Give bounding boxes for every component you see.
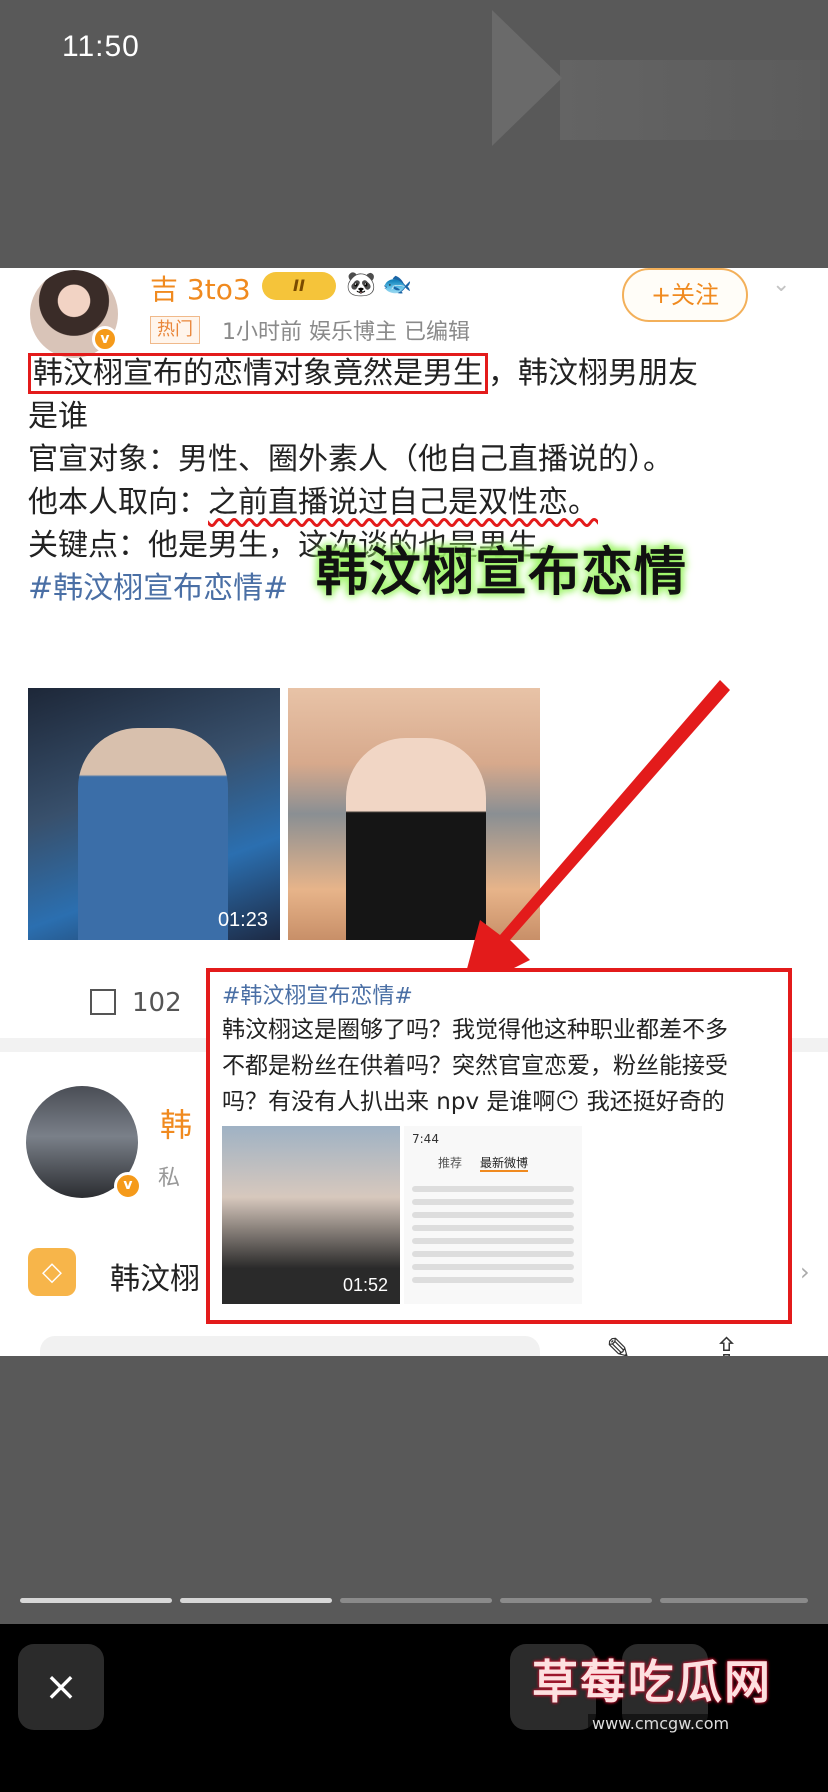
post-line4-underlined: 之前直播说过自己是双性恋。 [208, 485, 598, 520]
share-icon [90, 989, 116, 1015]
video-duration: 01:52 [342, 1275, 388, 1295]
top-blur-band [560, 60, 820, 140]
mini-tab: 推荐 [438, 1156, 463, 1170]
verified-icon: v [92, 326, 118, 352]
quoted-line1: 韩汶栩这是圈够了吗？我觉得他这种职业都差不多 [222, 1017, 728, 1043]
video-thumbnail[interactable]: 01:23 [28, 688, 280, 940]
video-thumbnail[interactable]: 01:52 [222, 1126, 400, 1304]
post-line2: 是谁 [28, 399, 88, 434]
topic-row[interactable]: 韩汶栩 [110, 1254, 200, 1298]
video-duration: 01:23 [217, 909, 268, 931]
quoted-line3: 吗？有没有人扒出来 npv 是谁啊😶 我还挺好奇的 [222, 1089, 725, 1115]
progress-segment [500, 1598, 652, 1603]
hashtag-link[interactable]: #韩汶栩宣布恋情# [222, 978, 413, 1010]
watermark-url: www.cmcgw.com [588, 1714, 734, 1733]
close-button[interactable]: × [18, 1644, 104, 1730]
post-line3: 官宣对象：男性、圈外素人（他自己直播说的）。 [28, 442, 673, 477]
watermark-logo: 草莓吃瓜网 [532, 1655, 772, 1709]
quoted-post-body: 韩汶栩这是圈够了吗？我觉得他这种职业都差不多 不都是粉丝在供着吗？突然官宣恋爱，… [222, 1012, 782, 1120]
panda-icon: 🐼 [346, 270, 376, 298]
story-viewer: 11:50 v 吉 3to3 II 🐼 🐟 热门 1小时前 娱乐博主 已编辑 +… [0, 0, 828, 1792]
repost-button[interactable]: 102 [90, 988, 182, 1018]
crown-badge-icon: II [262, 272, 336, 300]
chevron-down-icon[interactable]: ⌄ [772, 272, 790, 297]
quoted-post-overlay: #韩汶栩宣布恋情# 韩汶栩这是圈够了吗？我觉得他这种职业都差不多 不都是粉丝在供… [206, 968, 792, 1324]
share-icon[interactable]: ⇪ [714, 1332, 739, 1356]
post-line4-prefix: 他本人取向： [28, 485, 208, 520]
post-meta: 1小时前 娱乐博主 已编辑 [222, 320, 470, 345]
fish-icon: 🐟 [382, 270, 412, 298]
chevron-right-icon[interactable]: › [800, 1258, 810, 1286]
highlighted-headline: 韩汶栩宣布的恋情对象竟然是男生 [28, 353, 488, 394]
play-arrow-shape [492, 10, 562, 146]
author-name[interactable]: 韩 [160, 1100, 192, 1146]
follow-button[interactable]: +关注 [622, 268, 748, 322]
mini-tabs: 推荐 最新微博 [438, 1154, 546, 1172]
mini-text-lines [412, 1186, 574, 1290]
quoted-line2: 不都是粉丝在供着吗？突然官宣恋爱，粉丝能接受 [222, 1053, 728, 1079]
status-time: 11:50 [62, 30, 140, 63]
hot-tag: 热门 [150, 316, 200, 344]
author-subtitle: 私 [158, 1166, 181, 1191]
comment-input[interactable] [40, 1336, 540, 1356]
progress-segment [180, 1598, 332, 1603]
verified-icon: v [114, 1172, 142, 1200]
mini-status-time: 7:44 [412, 1132, 439, 1146]
progress-segment [660, 1598, 808, 1603]
red-arrow [460, 680, 730, 995]
screenshot-thumbnail[interactable]: 7:44 推荐 最新微博 [404, 1126, 582, 1304]
post-line1-rest: ，韩汶栩男朋友 [488, 356, 698, 391]
edit-icon[interactable]: ✎ [606, 1332, 631, 1356]
singer-figure [78, 728, 228, 940]
mini-tab-active: 最新微博 [480, 1156, 529, 1172]
author-name[interactable]: 吉 3to3 [150, 268, 251, 308]
caption-overlay: 韩汶栩宣布恋情 [316, 543, 688, 603]
diamond-icon: ◇ [28, 1248, 76, 1296]
repost-count: 102 [132, 988, 182, 1018]
progress-segment [340, 1598, 492, 1603]
progress-segment [20, 1598, 172, 1603]
